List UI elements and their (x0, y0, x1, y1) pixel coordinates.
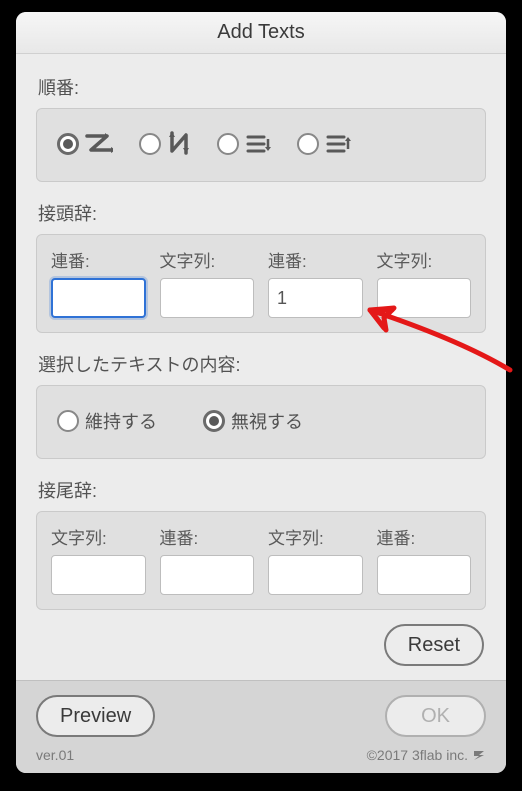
prefix-col-label: 連番: (51, 247, 146, 272)
radio-icon (203, 410, 225, 432)
version-text: ver.01 (36, 747, 74, 763)
suffix-seq-2-input[interactable] (377, 555, 472, 595)
z-order-icon (85, 132, 113, 156)
suffix-col-label: 連番: (160, 524, 255, 549)
content-ignore-option[interactable]: 無視する (203, 408, 303, 434)
radio-icon (217, 133, 239, 155)
order-option-rows-down[interactable] (217, 132, 271, 156)
radio-icon (57, 410, 79, 432)
prefix-seq-1-input[interactable] (51, 278, 146, 318)
prefix-seq-2-input[interactable] (268, 278, 363, 318)
title-text: Add Texts (217, 21, 304, 44)
content-ignore-label: 無視する (231, 408, 303, 434)
order-option-rows-up[interactable] (297, 132, 351, 156)
order-option-z[interactable] (57, 132, 113, 156)
copyright-text: ©2017 3flab inc. (367, 747, 468, 763)
suffix-str-2-input[interactable] (268, 555, 363, 595)
rows-down-icon (245, 132, 271, 156)
prefix-col-label: 文字列: (377, 247, 472, 272)
rows-up-icon (325, 132, 351, 156)
prefix-label: 接頭辞: (38, 200, 486, 226)
prefix-col-label: 連番: (268, 247, 363, 272)
order-option-n[interactable] (139, 131, 191, 157)
order-label: 順番: (38, 74, 486, 100)
content-keep-label: 維持する (85, 408, 157, 434)
logo-icon (472, 748, 486, 762)
suffix-col-label: 文字列: (51, 524, 146, 549)
suffix-label: 接尾辞: (38, 477, 486, 503)
content-label: 選択したテキストの内容: (38, 351, 486, 377)
order-panel (36, 108, 486, 182)
preview-button[interactable]: Preview (36, 695, 155, 737)
prefix-col-label: 文字列: (160, 247, 255, 272)
suffix-panel: 文字列: 連番: 文字列: 連番: (36, 511, 486, 610)
reset-button[interactable]: Reset (384, 624, 484, 666)
radio-icon (139, 133, 161, 155)
suffix-seq-1-input[interactable] (160, 555, 255, 595)
prefix-panel: 連番: 文字列: 連番: 文字列: (36, 234, 486, 333)
dialog-window: Add Texts 順番: (16, 12, 506, 773)
content-keep-option[interactable]: 維持する (57, 408, 157, 434)
prefix-str-1-input[interactable] (160, 278, 255, 318)
copyright: ©2017 3flab inc. (367, 747, 486, 763)
suffix-col-label: 文字列: (268, 524, 363, 549)
titlebar: Add Texts (16, 12, 506, 54)
radio-icon (57, 133, 79, 155)
suffix-str-1-input[interactable] (51, 555, 146, 595)
prefix-str-2-input[interactable] (377, 278, 472, 318)
footer: Preview OK ver.01 ©2017 3flab inc. (16, 680, 506, 773)
ok-button[interactable]: OK (385, 695, 486, 737)
content-panel: 維持する 無視する (36, 385, 486, 459)
radio-icon (297, 133, 319, 155)
n-order-icon (167, 131, 191, 157)
suffix-col-label: 連番: (377, 524, 472, 549)
